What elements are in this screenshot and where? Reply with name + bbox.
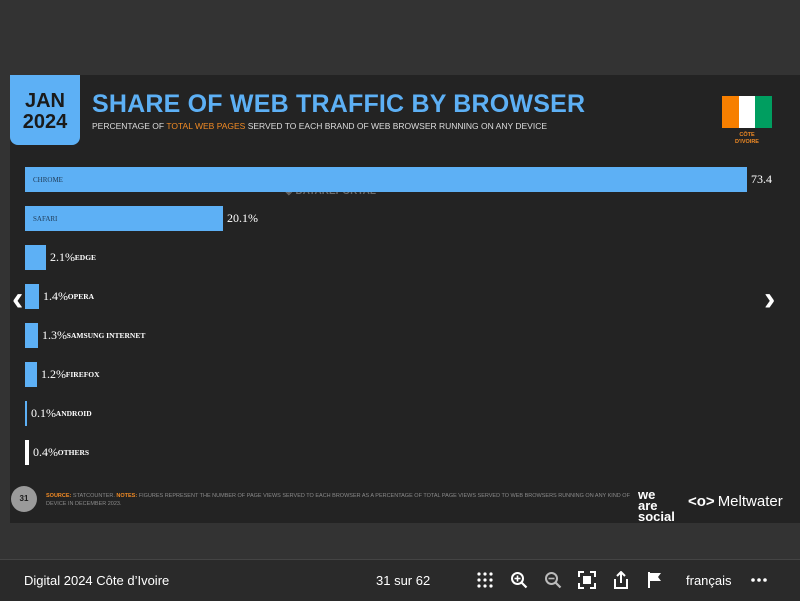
flag-label-line2: D'IVOIRE — [735, 139, 759, 145]
viewer-toolbar: Digital 2024 Côte d’Ivoire 31 sur 62 fra… — [0, 559, 800, 601]
cote-divoire-flag-icon — [722, 96, 773, 128]
source-label: SOURCE: — [46, 493, 72, 499]
bar-value-label: 1.3% — [42, 328, 67, 342]
meltwater-text: Meltwater — [717, 493, 783, 510]
notes-label: NOTES: — [116, 493, 138, 499]
page-number: 31 — [11, 486, 37, 512]
bar-value-label: 0.4% — [33, 445, 58, 459]
prev-slide-button[interactable]: ‹ — [12, 282, 23, 316]
bar-category-label: FIREFOX — [65, 370, 100, 379]
bar-category-label: SAFARI — [33, 215, 58, 223]
zoom-in-icon[interactable] — [510, 571, 528, 589]
subtitle-before: PERCENTAGE OF — [92, 121, 167, 131]
bar-value-label: 20.1% — [227, 211, 258, 225]
meltwater-mark-icon: <o> — [688, 493, 715, 510]
grid-icon[interactable] — [476, 571, 494, 589]
slide-title: SHARE OF WEB TRAFFIC BY BROWSER — [92, 90, 586, 118]
source-note: SOURCE: STATCOUNTER. NOTES: FIGURES REPR… — [46, 492, 636, 508]
bar-others — [25, 440, 29, 465]
share-icon[interactable] — [612, 571, 630, 589]
bar-chrome — [25, 167, 747, 192]
bar-samsung-internet — [25, 323, 38, 348]
subtitle-highlight: TOTAL WEB PAGES — [166, 121, 246, 131]
bar-value-label: 0.1% — [31, 406, 56, 420]
language-selector[interactable]: français — [686, 573, 732, 588]
bar-value-label: 1.2% — [41, 367, 66, 381]
bar-category-label: OTHERS — [57, 448, 90, 457]
next-slide-button[interactable]: › — [764, 282, 775, 316]
bar-value-label: 1.4% — [43, 289, 68, 303]
document-title[interactable]: Digital 2024 Côte d’Ivoire — [24, 573, 169, 588]
meltwater-logo: <o> Meltwater — [688, 493, 783, 510]
badge-month: JAN — [24, 90, 65, 112]
bar-category-label: EDGE — [74, 253, 97, 262]
we-are-social-logo: we are social — [638, 488, 675, 524]
more-icon[interactable] — [750, 571, 768, 589]
subtitle-after: SERVED TO EACH BRAND OF WEB BROWSER RUNN… — [245, 121, 548, 131]
bar-category-label: ANDROID — [55, 409, 92, 418]
bar-opera — [25, 284, 39, 309]
flag-label: CÔTE D'IVOIRE — [722, 132, 772, 146]
bar-value-label: 73.4 — [751, 172, 772, 186]
bar-firefox — [25, 362, 37, 387]
badge-year: 2024 — [22, 111, 68, 133]
bar-android — [25, 401, 27, 426]
bar-category-label: CHROME — [33, 176, 63, 184]
slide-subtitle: PERCENTAGE OF TOTAL WEB PAGES SERVED TO … — [92, 121, 547, 131]
bar-edge — [25, 245, 46, 270]
bar-category-label: OPERA — [67, 292, 95, 301]
zoom-out-icon[interactable] — [544, 571, 562, 589]
brand-line3: social — [638, 509, 675, 524]
source-text: STATCOUNTER. — [71, 493, 117, 499]
date-badge: JAN 2024 — [10, 75, 80, 145]
slide: JAN 2024 SHARE OF WEB TRAFFIC BY BROWSER… — [10, 75, 800, 523]
fullscreen-icon[interactable] — [578, 571, 596, 589]
flag-label-line1: CÔTE — [739, 132, 755, 138]
bar-value-label: 2.1% — [50, 250, 75, 264]
bar-category-label: SAMSUNG INTERNET — [66, 331, 146, 340]
flag-icon[interactable] — [646, 571, 664, 589]
page-indicator[interactable]: 31 sur 62 — [376, 573, 430, 588]
